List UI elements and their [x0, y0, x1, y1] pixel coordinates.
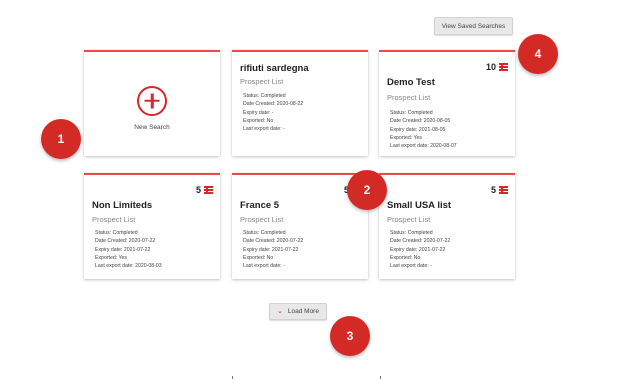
card-date-created: Date Created: 2020-08-22 — [243, 101, 304, 108]
annotation-marker-2: 2 — [347, 170, 387, 210]
card-status: Status: Completed — [243, 93, 286, 99]
card-expiry-date: Expiry date: 2021-07-22 — [390, 246, 446, 253]
card-exported: Exported: Yes — [390, 134, 423, 141]
load-more-button[interactable]: ⌄ Load More — [269, 303, 327, 320]
list-icon — [204, 186, 213, 194]
search-card-non-limiteds[interactable]: 5 Non Limiteds Prospect List Status: Com… — [84, 173, 220, 279]
card-date-created: Date Created: 2020-08-05 — [390, 118, 451, 125]
card-details: Status: Completed Date Created: 2020-08-… — [243, 92, 303, 133]
card-last-export: Last export date: - — [243, 126, 285, 133]
card-count: 10 — [486, 62, 508, 72]
view-saved-searches-button[interactable]: View Saved Searches — [434, 17, 513, 35]
card-title: Non Limiteds — [92, 200, 153, 211]
card-subtitle: Prospect List — [92, 215, 136, 224]
card-subtitle: Prospect List — [387, 93, 431, 102]
card-status: Status: Completed — [390, 230, 433, 236]
card-details: Status: Completed Date Created: 2020-07-… — [243, 229, 303, 270]
card-count-value: 10 — [485, 62, 496, 72]
card-subtitle: Prospect List — [387, 215, 431, 224]
card-details: Status: Completed Date Created: 2020-07-… — [95, 229, 162, 270]
card-title: Demo Test — [387, 77, 435, 88]
plus-circle-icon — [137, 85, 167, 116]
card-expiry-date: Expiry date: - — [243, 109, 274, 116]
card-subtitle: Prospect List — [240, 77, 284, 86]
annotation-marker-3: 3 — [330, 316, 370, 356]
card-status: Status: Completed — [390, 110, 433, 116]
card-exported: Exported: No — [390, 254, 421, 261]
annotation-marker-1: 1 — [41, 119, 81, 159]
card-details: Status: Completed Date Created: 2020-07-… — [390, 229, 450, 270]
card-count: 5 — [196, 185, 213, 195]
card-title: Small USA list — [387, 200, 452, 211]
search-card-demo-test[interactable]: 10 Demo Test Prospect List Status: Compl… — [379, 50, 515, 156]
chevron-down-icon: ⌄ — [277, 307, 283, 315]
card-last-export: Last export date: - — [390, 263, 432, 270]
card-date-created: Date Created: 2020-07-22 — [95, 238, 156, 245]
card-exported: Exported: No — [243, 254, 274, 261]
card-count-value: 5 — [490, 185, 496, 195]
search-card-small-usa-list[interactable]: 5 Small USA list Prospect List Status: C… — [379, 173, 515, 279]
card-exported: Exported: Yes — [95, 254, 128, 261]
card-last-export: Last export date: - — [243, 263, 285, 270]
annotation-marker-4: 4 — [518, 34, 558, 74]
card-exported: Exported: No — [243, 117, 274, 124]
load-more-label: Load More — [287, 308, 319, 315]
card-count-value: 5 — [195, 185, 201, 195]
card-date-created: Date Created: 2020-07-22 — [243, 238, 304, 245]
list-icon — [499, 186, 508, 194]
card-last-export: Last export date: 2020-08-07 — [390, 143, 457, 150]
card-expiry-date: Expiry date: 2021-07-22 — [95, 246, 151, 253]
search-card-rifiuti-sardegna[interactable]: rifiuti sardegna Prospect List Status: C… — [232, 50, 368, 156]
list-icon — [499, 63, 508, 71]
card-date-created: Date Created: 2020-07-22 — [390, 238, 451, 245]
card-expiry-date: Expiry date: 2021-08-05 — [390, 126, 446, 133]
card-title: France 5 — [240, 200, 280, 211]
card-subtitle: Prospect List — [240, 215, 284, 224]
card-expiry-date: Expiry date: 2021-07-22 — [243, 246, 299, 253]
card-status: Status: Completed — [95, 230, 138, 236]
new-search-label: New Search — [134, 123, 170, 131]
card-title: rifiuti sardegna — [240, 63, 309, 74]
card-details: Status: Completed Date Created: 2020-08-… — [390, 109, 457, 150]
card-status: Status: Completed — [243, 230, 286, 236]
new-search-card[interactable]: New Search — [84, 50, 220, 156]
card-count: 5 — [491, 185, 508, 195]
card-last-export: Last export date: 2020-08-03 — [95, 263, 162, 270]
